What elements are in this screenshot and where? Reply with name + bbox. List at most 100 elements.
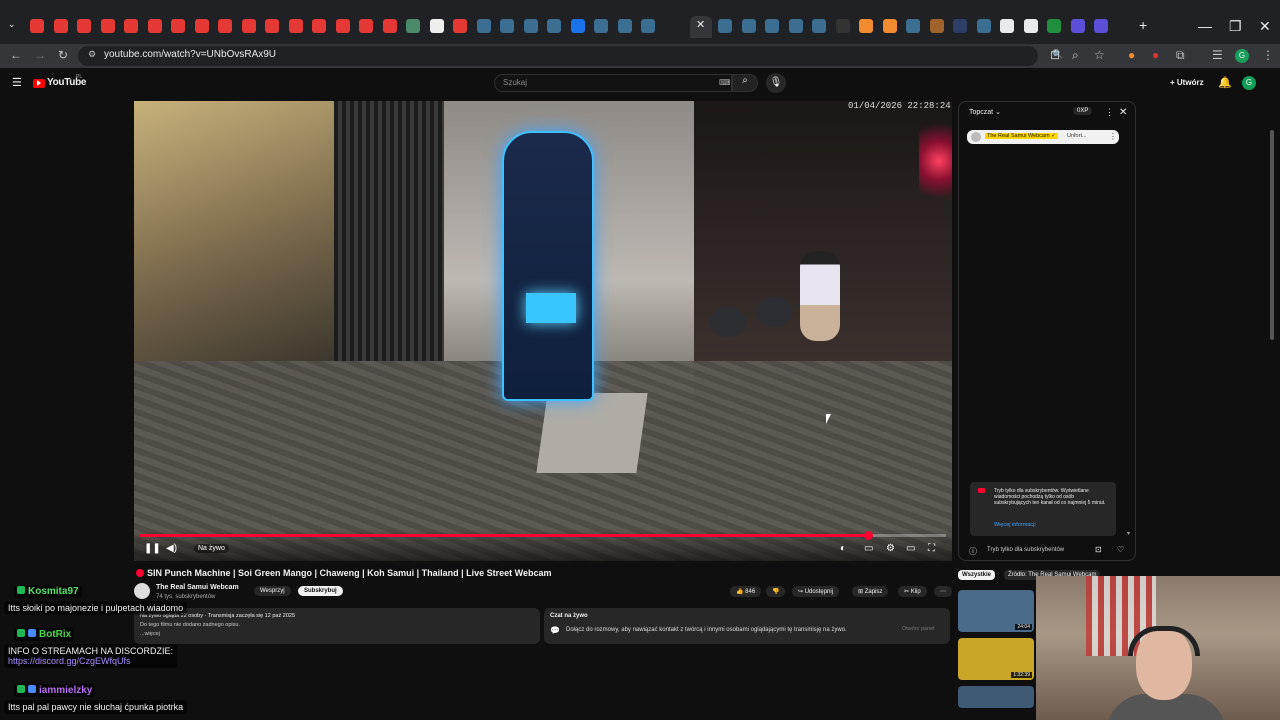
emoji-icon[interactable]: ⊡ [1095, 545, 1102, 554]
forward-icon[interactable]: → [34, 48, 46, 62]
tab-favicon-icon[interactable] [594, 19, 608, 33]
chat-mode-dropdown[interactable]: Topczat ⌄ [969, 108, 1001, 116]
share-button[interactable]: ↪ Udostępnij [792, 586, 840, 597]
tab-favicon-icon[interactable] [1000, 19, 1014, 33]
support-button[interactable]: Wesprzyj [254, 586, 291, 596]
subscribe-button[interactable]: Subskrybuj [298, 586, 343, 596]
xp-badge[interactable]: 0XP [1073, 107, 1093, 115]
channel-name[interactable]: The Real Samui Webcam [156, 584, 239, 591]
tab-favicon-icon[interactable] [241, 19, 256, 33]
tab-favicon-icon[interactable] [718, 19, 732, 33]
autoplay-toggle-icon[interactable]: ◐ [840, 543, 846, 554]
tab-favicon-icon[interactable] [882, 19, 897, 33]
tab-favicon-icon[interactable] [53, 19, 68, 33]
pinned-message[interactable]: The Real Samui Webcam ✓ Unfort... ⋮ [967, 130, 1119, 144]
reload-icon[interactable]: ↻ [58, 48, 68, 62]
scroll-down-icon[interactable]: ▾ [1127, 530, 1130, 537]
tab-favicon-icon[interactable] [429, 19, 444, 33]
chip-all[interactable]: Wszystkie [958, 570, 996, 580]
clip-button[interactable]: ✂ Klip [898, 586, 927, 597]
install-icon[interactable]: ⊡ [1050, 48, 1060, 62]
tab-favicon-icon[interactable] [1094, 19, 1108, 33]
tab-favicon-icon[interactable] [1023, 19, 1038, 33]
keyboard-icon[interactable]: ⌨ [719, 78, 731, 87]
tab-favicon-icon[interactable] [617, 19, 632, 33]
new-tab-icon[interactable]: + [1139, 17, 1147, 33]
subtitles-icon[interactable]: ▭ [864, 543, 873, 554]
progress-scrubber[interactable] [863, 531, 873, 540]
back-icon[interactable]: ← [10, 48, 22, 62]
page-scrollbar[interactable] [1270, 130, 1274, 340]
tab-favicon-icon[interactable] [788, 19, 803, 33]
tab-favicon-icon[interactable] [500, 19, 514, 33]
close-icon[interactable]: ✕ [1119, 107, 1127, 118]
tab-favicon-icon[interactable] [641, 19, 655, 33]
tab-favicon-icon[interactable] [953, 19, 967, 33]
tab-favicon-icon[interactable] [335, 19, 350, 33]
tab-favicon-icon[interactable] [453, 19, 467, 33]
create-button[interactable]: + Utwórz [1170, 78, 1204, 87]
more-info-link[interactable]: Więcej informacji [994, 522, 1036, 528]
tab-favicon-icon[interactable] [124, 19, 138, 33]
more-actions-button[interactable]: ⋯ [934, 586, 952, 597]
tab-favicon-icon[interactable] [359, 19, 373, 33]
zoom-icon[interactable]: ⌕ [1072, 48, 1079, 63]
heart-icon[interactable]: ♡ [1117, 545, 1124, 554]
tab-favicon-icon[interactable] [382, 19, 397, 33]
open-chat-panel-button[interactable]: Otwórz panel [902, 626, 934, 632]
theater-mode-icon[interactable]: ▭ [906, 543, 915, 554]
pause-icon[interactable]: ❚❚ [144, 543, 161, 554]
tab-favicon-icon[interactable] [570, 19, 585, 33]
active-tab[interactable]: ✕ [690, 16, 712, 38]
tab-favicon-icon[interactable] [171, 19, 185, 33]
site-info-icon[interactable]: ⚙ [88, 49, 96, 60]
search-button[interactable]: ⌕ [732, 74, 758, 92]
extensions-puzzle-icon[interactable]: ⧉ [1176, 48, 1185, 63]
minimize-button[interactable]: — [1198, 18, 1212, 34]
tab-favicon-icon[interactable] [265, 19, 279, 33]
settings-gear-icon[interactable]: ⚙ [886, 543, 895, 554]
tab-favicon-icon[interactable] [812, 19, 826, 33]
related-video-thumbnail[interactable]: 24:04 [958, 590, 1034, 632]
related-video-thumbnail[interactable]: 1:32:39 [958, 638, 1034, 680]
hamburger-menu-icon[interactable]: ☰ [12, 76, 22, 89]
like-button[interactable]: 👍 846 [730, 586, 762, 597]
tab-favicon-icon[interactable] [100, 19, 115, 33]
tab-favicon-icon[interactable] [288, 19, 303, 33]
discord-link[interactable]: https://discord.gg/CzgEWfqUfs [8, 656, 131, 666]
description-more-link[interactable]: ...więcej [140, 631, 160, 637]
save-button[interactable]: ⊞ Zapisz [852, 586, 889, 597]
tab-favicon-icon[interactable] [218, 19, 232, 33]
tab-search-icon[interactable]: ⌄ [8, 19, 16, 30]
tab-favicon-icon[interactable] [523, 19, 538, 33]
tab-favicon-icon[interactable] [547, 19, 561, 33]
tab-favicon-icon[interactable] [1070, 19, 1085, 33]
close-window-button[interactable]: ✕ [1259, 18, 1271, 35]
reading-list-icon[interactable]: ☰ [1212, 48, 1223, 62]
account-avatar[interactable]: G [1242, 76, 1256, 90]
youtube-logo-icon[interactable] [33, 79, 45, 88]
tab-favicon-icon[interactable] [312, 19, 326, 33]
related-video-thumbnail[interactable] [958, 686, 1034, 708]
dislike-button[interactable]: 👎 [766, 586, 786, 597]
profile-avatar[interactable]: G [1235, 49, 1249, 63]
description-box[interactable]: Na żywo ogląda 22 osoby · Transmisja zac… [134, 608, 540, 644]
tab-favicon-icon[interactable] [929, 19, 944, 33]
tab-favicon-icon[interactable] [476, 19, 491, 33]
tab-favicon-icon[interactable] [194, 19, 209, 33]
more-icon[interactable]: ⋮ [1105, 107, 1114, 118]
more-icon[interactable]: ⋮ [1109, 132, 1117, 141]
live-badge[interactable]: Na żywo [194, 544, 229, 553]
tab-favicon-icon[interactable] [741, 19, 756, 33]
close-tab-icon[interactable]: ✕ [696, 18, 705, 31]
tab-favicon-icon[interactable] [765, 19, 779, 33]
maximize-button[interactable]: ❐ [1229, 18, 1242, 35]
voice-search-button[interactable]: 🎙 [766, 73, 786, 93]
menu-icon[interactable]: ⋮ [1262, 48, 1274, 62]
tab-favicon-icon[interactable] [406, 19, 420, 33]
video-player[interactable]: 01/04/2026 22:28:24 ❚❚ ◀) Na żywo ◐ ▭ ⚙ … [134, 101, 952, 561]
fullscreen-icon[interactable]: ⛶ [928, 543, 935, 554]
tab-favicon-icon[interactable] [859, 19, 873, 33]
tab-favicon-icon[interactable] [77, 19, 91, 33]
notifications-bell-icon[interactable]: 🔔 [1218, 76, 1232, 89]
